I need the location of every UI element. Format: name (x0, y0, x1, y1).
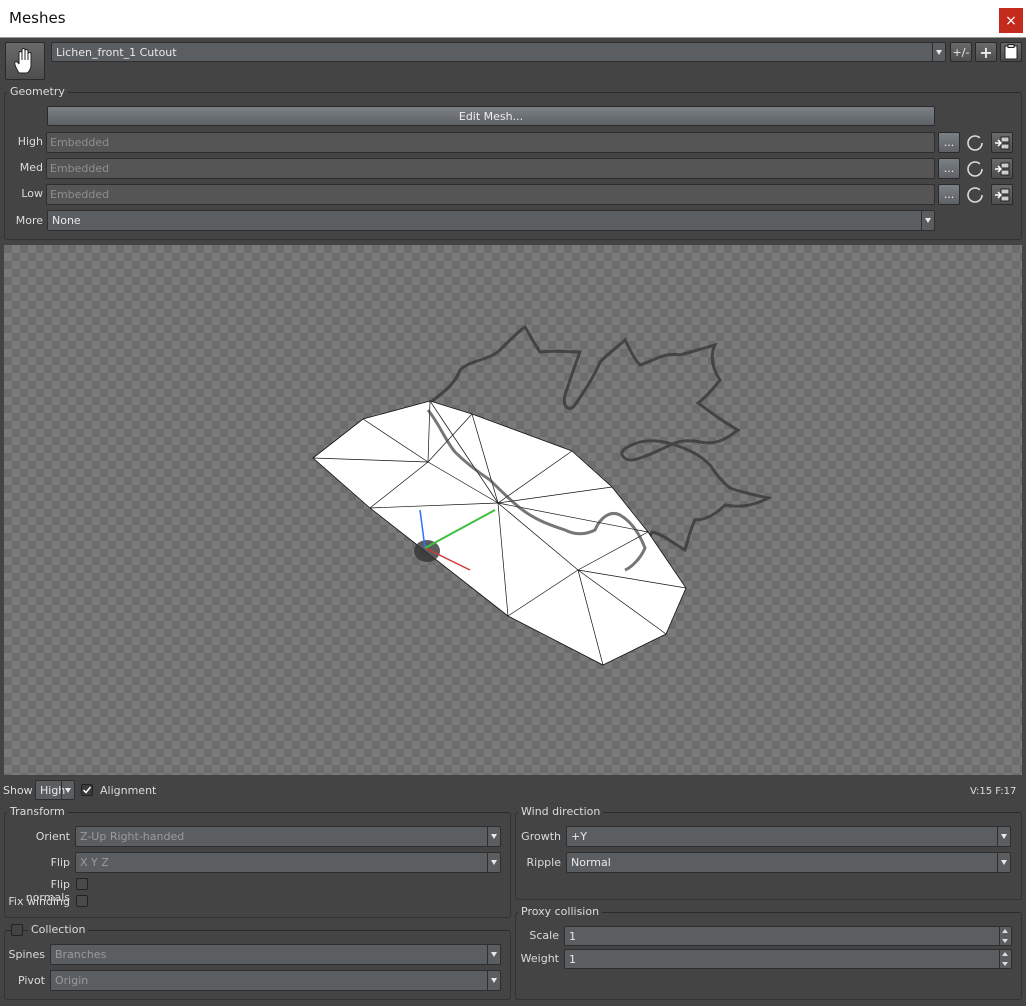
chevron-down-icon (997, 827, 1010, 846)
mesh-select[interactable]: Lichen_front_1 Cutout (51, 42, 946, 62)
pivot-select[interactable]: Origin (50, 970, 501, 991)
orient-select[interactable]: Z-Up Right-handed (75, 826, 501, 847)
mesh-preview (312, 324, 773, 666)
spines-select[interactable]: Branches (50, 944, 501, 965)
low-label: Low (21, 187, 43, 200)
high-browse-button[interactable]: ... (938, 132, 960, 153)
chevron-down-icon (487, 945, 500, 964)
hand-icon (14, 48, 32, 74)
pivot-shadow (414, 540, 440, 562)
scale-value: 1 (569, 929, 576, 943)
pivot-label: Pivot (17, 974, 45, 987)
close-icon: × (1005, 12, 1017, 29)
window-title: Meshes (9, 9, 66, 27)
scale-label: Scale (529, 929, 559, 942)
paste-button[interactable] (1000, 42, 1022, 62)
low-reload-button[interactable] (964, 184, 986, 205)
spin-arrows-icon[interactable] (999, 927, 1011, 945)
chevron-down-icon (487, 971, 500, 990)
flip-select[interactable]: X Y Z (75, 852, 501, 873)
ripple-select[interactable]: Normal (566, 852, 1011, 873)
weight-label: Weight (520, 952, 559, 965)
collection-group-label: Collection (28, 923, 89, 936)
mesh-polygon (312, 400, 687, 666)
ripple-label: Ripple (526, 856, 562, 869)
low-browse-button[interactable]: ... (938, 184, 960, 205)
alignment-label: Alignment (100, 784, 157, 797)
high-reload-button[interactable] (964, 132, 986, 153)
ripple-select-value: Normal (571, 856, 611, 869)
med-browse-button[interactable]: ... (938, 158, 960, 179)
import-icon (995, 188, 1010, 201)
chevron-down-icon (921, 211, 934, 230)
mesh-select-value: Lichen_front_1 Cutout (56, 45, 177, 59)
flip-select-value: X Y Z (80, 856, 109, 869)
orient-label: Orient (35, 830, 70, 843)
med-reload-button[interactable] (964, 158, 986, 179)
spines-select-value: Branches (55, 948, 107, 961)
flip-normals-checkbox[interactable] (76, 878, 88, 890)
med-mesh-field[interactable]: Embedded (46, 158, 935, 179)
low-mesh-value: Embedded (50, 188, 110, 201)
check-icon (82, 786, 92, 794)
import-icon (995, 162, 1010, 175)
med-import-button[interactable] (991, 158, 1013, 179)
transform-group-label: Transform (7, 805, 68, 818)
geometry-group-label: Geometry (7, 85, 68, 98)
mesh-viewport[interactable] (4, 245, 1022, 775)
high-import-button[interactable] (991, 132, 1013, 153)
high-mesh-value: Embedded (50, 136, 110, 149)
spines-label: Spines (8, 948, 46, 961)
refresh-icon (967, 161, 983, 177)
vertex-face-stats: V:15 F:17 (970, 786, 1017, 797)
pan-tool-button[interactable] (5, 42, 45, 80)
more-label: More (15, 214, 43, 227)
plus-minus-button[interactable]: +/- (950, 42, 972, 62)
weight-spinbox[interactable]: 1 (564, 949, 1012, 969)
collection-checkbox[interactable] (11, 924, 23, 936)
med-mesh-value: Embedded (50, 162, 110, 175)
spin-arrows-icon[interactable] (999, 950, 1011, 968)
growth-select-value: +Y (571, 830, 587, 843)
scale-spinbox[interactable]: 1 (564, 926, 1012, 946)
more-select-value: None (52, 214, 81, 227)
chevron-down-icon (997, 853, 1010, 872)
orient-select-value: Z-Up Right-handed (80, 830, 185, 843)
high-label: High (17, 135, 43, 148)
flip-label: Flip (50, 856, 70, 869)
close-button[interactable]: × (999, 8, 1023, 33)
more-select[interactable]: None (47, 210, 935, 231)
low-mesh-field[interactable]: Embedded (46, 184, 935, 205)
clipboard-icon (1004, 44, 1018, 60)
chevron-down-icon (487, 853, 500, 872)
chevron-down-icon (61, 781, 74, 799)
alignment-checkbox[interactable] (81, 784, 93, 796)
growth-label: Growth (521, 830, 561, 843)
fix-winding-checkbox[interactable] (76, 895, 88, 907)
show-lod-select[interactable]: High (35, 780, 75, 800)
show-label: Show (3, 784, 33, 797)
wind-direction-group-label: Wind direction (518, 805, 604, 818)
high-mesh-field[interactable]: Embedded (46, 132, 935, 153)
refresh-icon (967, 187, 983, 203)
refresh-icon (967, 135, 983, 151)
add-button[interactable]: + (975, 42, 997, 62)
edit-mesh-button[interactable]: Edit Mesh... (47, 106, 935, 126)
chevron-down-icon (487, 827, 500, 846)
med-label: Med (19, 161, 43, 174)
proxy-collision-group-label: Proxy collision (518, 905, 603, 918)
low-import-button[interactable] (991, 184, 1013, 205)
weight-value: 1 (569, 952, 576, 966)
pivot-select-value: Origin (55, 974, 89, 987)
growth-select[interactable]: +Y (566, 826, 1011, 847)
import-icon (995, 136, 1010, 149)
chevron-down-icon (932, 43, 945, 61)
fix-winding-label: Fix winding (8, 895, 70, 908)
title-bar (0, 0, 1026, 38)
